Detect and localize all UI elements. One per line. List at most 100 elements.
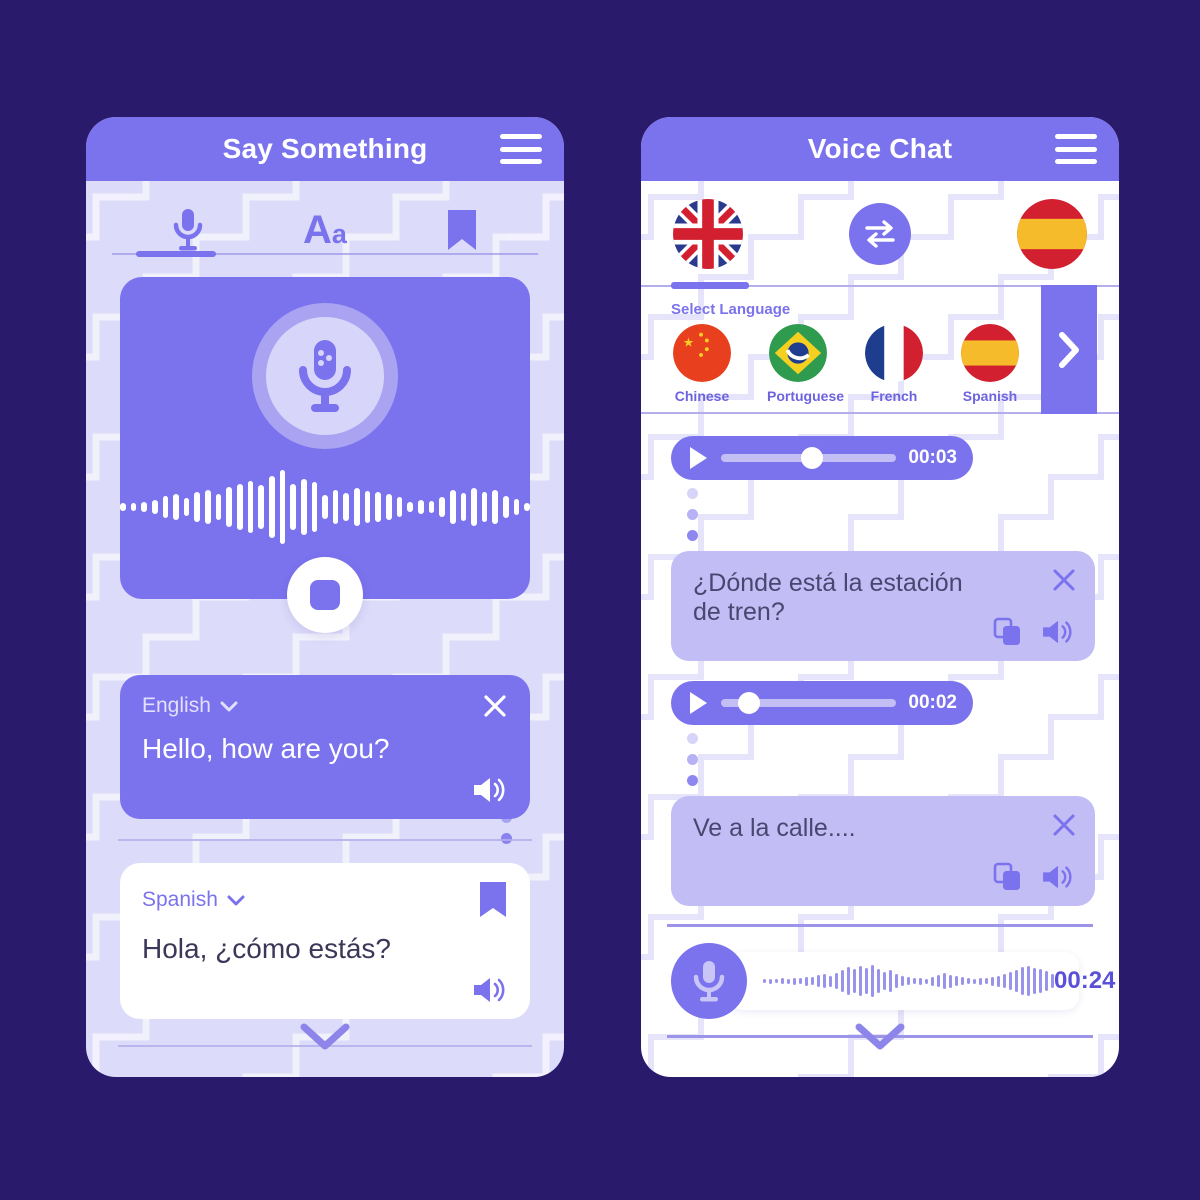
message-text-1: ¿Dónde está la estación de tren? xyxy=(693,569,963,626)
source-translation-card: English Hello, how are you? xyxy=(120,675,530,819)
three-dots-icon xyxy=(687,733,1119,786)
waveform-bar xyxy=(781,978,784,984)
record-button[interactable] xyxy=(671,943,747,1019)
bookmark-icon[interactable] xyxy=(478,881,508,919)
next-languages-button[interactable] xyxy=(1041,285,1097,414)
waveform-bar xyxy=(226,487,233,527)
target-language-selector[interactable]: Spanish xyxy=(142,888,245,912)
audio-progress-knob-2[interactable] xyxy=(738,692,761,714)
copy-icon[interactable] xyxy=(993,862,1023,892)
waveform-bar xyxy=(883,972,886,990)
audio-player-2[interactable]: 00:02 xyxy=(671,681,973,725)
waveform-bar xyxy=(943,973,946,989)
waveform-bar xyxy=(889,970,892,992)
tab-saved[interactable] xyxy=(414,206,510,254)
microphone-icon xyxy=(174,209,203,251)
waveform-bar xyxy=(1003,974,1006,988)
tab-text[interactable]: Aa xyxy=(277,206,373,254)
uk-flag[interactable] xyxy=(673,199,743,269)
language-option-chinese[interactable]: Chinese xyxy=(671,324,733,404)
waveform-bar xyxy=(417,500,424,514)
waveform-bar xyxy=(775,979,778,983)
close-icon[interactable] xyxy=(1051,567,1077,593)
copy-icon[interactable] xyxy=(993,617,1023,647)
target-translation-card: Spanish Hola, ¿cómo estás? xyxy=(120,863,530,1019)
waveform-bar xyxy=(859,966,862,996)
language-bar xyxy=(641,181,1119,269)
waveform-bar xyxy=(985,978,988,984)
waveform-bar xyxy=(979,977,982,985)
waveform-bar xyxy=(513,499,520,515)
chevron-down-icon[interactable] xyxy=(854,1021,906,1051)
swap-arrows-icon xyxy=(865,220,895,248)
language-option-french[interactable]: French xyxy=(863,324,925,404)
waveform-bar xyxy=(835,973,838,989)
waveform-bar xyxy=(925,978,928,984)
waveform-bar xyxy=(1015,970,1018,992)
waveform-bar xyxy=(901,976,904,986)
source-language-selector[interactable]: English xyxy=(142,694,238,718)
audio-progress-track-2[interactable] xyxy=(721,692,897,714)
play-icon[interactable] xyxy=(687,445,709,471)
waveform-bar xyxy=(300,479,307,535)
waveform-bar xyxy=(290,484,296,530)
recorder-top-divider xyxy=(667,924,1093,927)
waveform-bar xyxy=(343,493,350,521)
swap-languages-button[interactable] xyxy=(849,203,911,265)
spain-flag xyxy=(961,324,1019,382)
mic-visual xyxy=(252,303,398,449)
audio-player-1[interactable]: 00:03 xyxy=(671,436,973,480)
speaker-icon[interactable] xyxy=(472,775,508,805)
waveform-bar xyxy=(829,975,832,987)
close-icon[interactable] xyxy=(1051,812,1077,838)
play-icon[interactable] xyxy=(687,690,709,716)
waveform-bar xyxy=(967,978,970,984)
recording-card xyxy=(120,277,530,633)
waveform-bar xyxy=(931,976,934,986)
chevron-right-icon xyxy=(1059,331,1079,368)
waveform-bar xyxy=(1039,969,1042,993)
left-screen-body: Aa English Hello, how are you? Spanish H… xyxy=(86,181,564,1077)
audio-progress-track-1[interactable] xyxy=(721,447,897,469)
waveform-bar xyxy=(805,976,808,986)
speaker-icon[interactable] xyxy=(1041,863,1075,891)
waveform-bar xyxy=(460,493,467,521)
waveform-bar xyxy=(847,967,850,995)
waveform-bar xyxy=(1027,966,1030,996)
left-tabbar: Aa xyxy=(86,181,564,261)
spain-flag[interactable] xyxy=(1017,199,1087,269)
right-collapse-area xyxy=(641,1021,1119,1051)
waveform-bar xyxy=(173,494,179,520)
speaker-icon[interactable] xyxy=(472,975,508,1005)
waveform-bar xyxy=(865,968,868,994)
language-option-spanish[interactable]: Spanish xyxy=(959,324,1021,404)
audio-progress-knob-1[interactable] xyxy=(801,447,824,469)
waveform-bar xyxy=(1021,967,1024,995)
waveform-bar xyxy=(769,978,772,984)
picker-active-indicator xyxy=(671,282,749,289)
stop-recording-button[interactable] xyxy=(287,557,363,633)
france-flag xyxy=(865,324,923,382)
waveform-bar xyxy=(247,481,254,533)
speaker-icon[interactable] xyxy=(1041,618,1075,646)
waveform-bar xyxy=(311,482,318,532)
waveform-bar xyxy=(955,976,958,986)
waveform-bar xyxy=(151,500,158,514)
right-screen-body: Select Language Chinese Portuguese Frenc… xyxy=(641,181,1119,1077)
waveform-bar xyxy=(396,497,403,517)
waveform-bar xyxy=(787,978,790,984)
waveform-bar xyxy=(407,502,413,512)
hamburger-icon[interactable] xyxy=(1055,134,1097,164)
recorder-time: 00:24 xyxy=(1054,967,1116,994)
waveform-bar xyxy=(205,490,211,524)
target-language-label: Spanish xyxy=(142,888,218,911)
waveform-bar xyxy=(332,490,339,524)
chevron-down-icon[interactable] xyxy=(299,1021,351,1051)
hamburger-icon[interactable] xyxy=(500,134,542,164)
close-icon[interactable] xyxy=(482,693,508,719)
waveform-bar xyxy=(811,977,814,985)
waveform-bar xyxy=(481,492,488,522)
language-option-portuguese[interactable]: Portuguese xyxy=(767,324,844,404)
tab-voice[interactable] xyxy=(140,206,236,254)
waveform-bar xyxy=(268,476,275,538)
